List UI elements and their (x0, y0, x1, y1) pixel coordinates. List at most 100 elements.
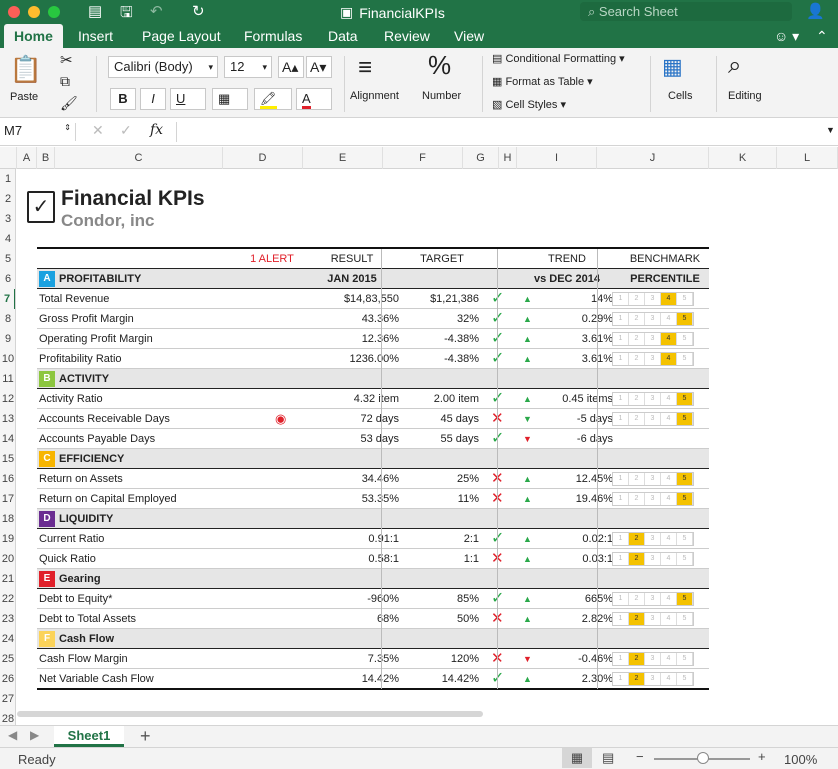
trend-value[interactable]: 3.61% (535, 349, 613, 369)
result-value[interactable]: 14.42% (307, 669, 399, 689)
paste-icon[interactable]: 📋 (8, 54, 44, 85)
kpi-label[interactable]: Operating Profit Margin (39, 329, 153, 349)
target-value[interactable]: 120% (407, 649, 479, 669)
target-value[interactable]: 50% (407, 609, 479, 629)
zoom-out-button[interactable]: − (636, 749, 644, 764)
row-header[interactable]: 5 (0, 249, 15, 269)
row-header[interactable]: 9 (0, 329, 15, 349)
result-value[interactable]: 12.36% (307, 329, 399, 349)
target-value[interactable]: 45 days (407, 409, 479, 429)
target-value[interactable]: 11% (407, 489, 479, 509)
result-value[interactable]: $14,83,550 (307, 289, 399, 309)
column-header[interactable]: D (223, 147, 303, 169)
target-value[interactable]: 85% (407, 589, 479, 609)
trend-value[interactable]: 665% (535, 589, 613, 609)
percent-icon[interactable]: % (428, 50, 451, 81)
kpi-label[interactable]: Current Ratio (39, 529, 104, 549)
kpi-label[interactable]: Debt to Total Assets (39, 609, 136, 629)
sheet-tab-sheet1[interactable]: Sheet1 (54, 726, 124, 747)
row-header[interactable]: 21 (0, 569, 15, 589)
trend-value[interactable]: 0.29% (535, 309, 613, 329)
tab-home[interactable]: Home (4, 24, 63, 48)
row-header[interactable]: 12 (0, 389, 15, 409)
row-header[interactable]: 14 (0, 429, 15, 449)
trend-value[interactable]: -6 days (535, 429, 613, 449)
row-header[interactable]: 20 (0, 549, 15, 569)
row-header[interactable]: 7 (0, 289, 15, 309)
decrease-font-button[interactable]: A▾ (306, 56, 332, 78)
target-value[interactable]: 2:1 (407, 529, 479, 549)
share-user-icon[interactable]: 👤 (806, 2, 825, 20)
kpi-label[interactable]: Profitability Ratio (39, 349, 122, 369)
row-header[interactable]: 1 (0, 169, 15, 189)
cut-icon[interactable]: ✂ (60, 51, 73, 69)
result-value[interactable]: 0.91:1 (307, 529, 399, 549)
tab-formulas[interactable]: Formulas (244, 24, 302, 48)
column-header[interactable]: G (463, 147, 499, 169)
column-header[interactable]: A (17, 147, 37, 169)
row-header[interactable]: 10 (0, 349, 15, 369)
font-color-button[interactable]: A (296, 88, 332, 110)
kpi-label[interactable]: Return on Capital Employed (39, 489, 177, 509)
prev-sheet-icon[interactable]: ◀ (8, 728, 17, 742)
result-value[interactable]: 1236.00% (307, 349, 399, 369)
number-button[interactable]: Number (422, 90, 461, 102)
trend-value[interactable]: 0.03:1 (535, 549, 613, 569)
row-header[interactable]: 23 (0, 609, 15, 629)
target-value[interactable]: 14.42% (407, 669, 479, 689)
target-value[interactable]: 25% (407, 469, 479, 489)
row-header[interactable]: 6 (0, 269, 15, 289)
target-value[interactable]: -4.38% (407, 349, 479, 369)
row-header[interactable]: 28 (0, 709, 15, 725)
tab-page-layout[interactable]: Page Layout (142, 24, 221, 48)
trend-value[interactable]: -0.46% (535, 649, 613, 669)
sidebar-icon[interactable]: ▤ (88, 2, 102, 20)
trend-value[interactable]: 19.46% (535, 489, 613, 509)
result-value[interactable]: 0.58:1 (307, 549, 399, 569)
font-size-select[interactable]: 12 ▾ (224, 56, 272, 78)
result-value[interactable]: 7.35% (307, 649, 399, 669)
column-header[interactable]: H (499, 147, 517, 169)
trend-value[interactable]: 0.45 items (535, 389, 613, 409)
column-header[interactable]: I (517, 147, 597, 169)
kpi-label[interactable]: Total Revenue (39, 289, 109, 309)
result-value[interactable]: 43.36% (307, 309, 399, 329)
row-header[interactable]: 24 (0, 629, 15, 649)
next-sheet-icon[interactable]: ▶ (30, 728, 39, 742)
target-value[interactable]: -4.38% (407, 329, 479, 349)
target-value[interactable]: 32% (407, 309, 479, 329)
kpi-label[interactable]: Activity Ratio (39, 389, 103, 409)
kpi-label[interactable]: Quick Ratio (39, 549, 96, 569)
tab-view[interactable]: View (454, 24, 484, 48)
bold-button[interactable]: B (110, 88, 136, 110)
row-header[interactable]: 22 (0, 589, 15, 609)
tab-data[interactable]: Data (328, 24, 358, 48)
expand-formula-icon[interactable]: ▼ (826, 125, 835, 135)
worksheet-grid[interactable]: ✓ Financial KPIs Condor, inc 1 ALERT RES… (17, 169, 827, 725)
kpi-label[interactable]: Accounts Receivable Days (39, 409, 170, 429)
trend-value[interactable]: 12.45% (535, 469, 613, 489)
row-header[interactable]: 2 (0, 189, 15, 209)
horizontal-scrollbar[interactable] (17, 711, 483, 717)
target-value[interactable]: $1,21,386 (407, 289, 479, 309)
trend-value[interactable]: 2.30% (535, 669, 613, 689)
zoom-in-button[interactable]: + (758, 749, 766, 764)
increase-font-button[interactable]: A▴ (278, 56, 304, 78)
format-painter-icon[interactable]: 🖌 (60, 95, 78, 112)
zoom-window-button[interactable] (48, 6, 60, 18)
font-family-select[interactable]: Calibri (Body) ▾ (108, 56, 218, 78)
result-value[interactable]: 53 days (307, 429, 399, 449)
enter-icon[interactable]: ✓ (120, 122, 132, 139)
column-header[interactable]: E (303, 147, 383, 169)
kpi-label[interactable]: Cash Flow Margin (39, 649, 128, 669)
name-box[interactable]: M7 ⇕ (4, 123, 76, 141)
editing-button[interactable]: Editing (728, 90, 762, 102)
smiley-feedback-icon[interactable]: ☺ ▾ (774, 24, 799, 48)
editing-search-icon[interactable]: ⌕ (728, 52, 741, 80)
close-window-button[interactable] (8, 6, 20, 18)
target-value[interactable]: 1:1 (407, 549, 479, 569)
kpi-label[interactable]: Gross Profit Margin (39, 309, 134, 329)
kpi-label[interactable]: Accounts Payable Days (39, 429, 155, 449)
row-header[interactable]: 3 (0, 209, 15, 229)
formula-input[interactable] (176, 122, 816, 142)
